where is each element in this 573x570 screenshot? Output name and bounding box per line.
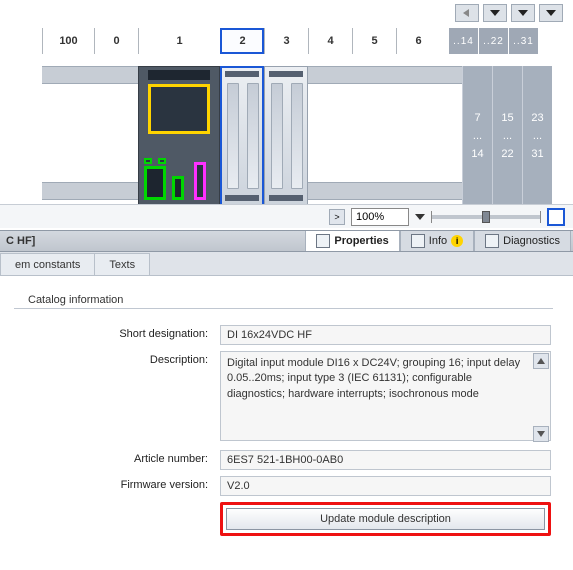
slot-header-3[interactable]: 3 xyxy=(264,28,308,54)
addr-col-2[interactable]: 15...22 xyxy=(492,66,522,206)
slot-header-4[interactable]: 4 xyxy=(308,28,352,54)
label-short-designation: Short designation: xyxy=(20,325,220,345)
inspector-titlebar: C HF] Properties Info i Diagnostics xyxy=(0,230,573,252)
slot-scroll-left[interactable] xyxy=(455,4,479,22)
zoom-toolbar: > xyxy=(0,204,573,228)
inspector-title-suffix: C HF] xyxy=(2,235,35,247)
section-divider xyxy=(14,308,553,309)
textarea-scroll-down[interactable] xyxy=(533,426,549,442)
slot-header-1[interactable]: 1 xyxy=(138,28,220,54)
update-module-description-button[interactable]: Update module description xyxy=(226,508,545,530)
field-firmware-version[interactable] xyxy=(220,476,551,496)
tab-info[interactable]: Info i xyxy=(400,231,474,251)
zoom-fit-button[interactable] xyxy=(547,208,565,226)
field-article-number[interactable] xyxy=(220,450,551,470)
catalog-form: Short designation: Description: Article … xyxy=(20,325,551,536)
slot-header-6[interactable]: 6 xyxy=(396,28,440,54)
diagnostics-icon xyxy=(485,234,499,248)
io-module-slot-3[interactable] xyxy=(264,66,308,206)
addr-col-3[interactable]: 23...31 xyxy=(522,66,552,206)
update-button-highlight: Update module description xyxy=(220,502,551,536)
profinet-port-1 xyxy=(144,166,166,200)
field-description[interactable] xyxy=(220,351,551,441)
slot-scroll-down-1[interactable] xyxy=(483,4,507,22)
port-led-2 xyxy=(158,158,166,164)
slot-scroll-down-3[interactable] xyxy=(539,4,563,22)
rack-area: 7...14 15...22 23...31 xyxy=(42,54,552,204)
addr-header-col-1[interactable]: ..14 xyxy=(448,28,478,54)
subtab-texts[interactable]: Texts xyxy=(94,253,150,275)
section-title-catalog: Catalog information xyxy=(28,294,553,306)
zoom-slider-thumb[interactable] xyxy=(482,211,490,223)
info-badge-icon: i xyxy=(451,235,463,247)
label-description: Description: xyxy=(20,351,220,444)
label-article-number: Article number: xyxy=(20,450,220,470)
slot-header-100[interactable]: 100 xyxy=(42,28,94,54)
slot-header-2[interactable]: 2 xyxy=(220,28,264,54)
cpu-module[interactable] xyxy=(138,66,220,206)
info-icon xyxy=(411,234,425,248)
hardware-config-view: 100 0 1 2 3 4 5 6 ..14 ..22 ..31 xyxy=(0,0,573,230)
zoom-slider[interactable] xyxy=(431,215,541,219)
properties-icon xyxy=(316,234,330,248)
subtab-system-constants[interactable]: em constants xyxy=(0,253,95,275)
addr-header-col-2[interactable]: ..22 xyxy=(478,28,508,54)
textarea-scroll-up[interactable] xyxy=(533,353,549,369)
scroll-right-icon[interactable]: > xyxy=(329,209,345,225)
address-range-block: 7...14 15...22 23...31 xyxy=(462,66,552,206)
zoom-dropdown-icon[interactable] xyxy=(415,212,425,222)
addr-header-col-3[interactable]: ..31 xyxy=(508,28,538,54)
slot-scroll-arrows xyxy=(455,4,563,22)
inspector-subtab-bar: em constants Texts xyxy=(0,252,573,276)
label-firmware-version: Firmware version: xyxy=(20,476,220,496)
profinet-port-2 xyxy=(172,176,184,200)
tab-properties[interactable]: Properties xyxy=(305,231,399,251)
tab-diagnostics[interactable]: Diagnostics xyxy=(474,231,571,251)
slot-scroll-down-2[interactable] xyxy=(511,4,535,22)
slot-header-0[interactable]: 0 xyxy=(94,28,138,54)
field-short-designation[interactable] xyxy=(220,325,551,345)
zoom-percent-input[interactable] xyxy=(351,208,409,226)
addr-col-1[interactable]: 7...14 xyxy=(462,66,492,206)
slot-header-5[interactable]: 5 xyxy=(352,28,396,54)
profibus-port xyxy=(194,162,206,200)
properties-pane: Catalog information Short designation: D… xyxy=(0,276,573,570)
cpu-display xyxy=(148,84,210,134)
slot-header-row: 100 0 1 2 3 4 5 6 ..14 ..22 ..31 xyxy=(42,28,538,54)
io-module-slot-2[interactable] xyxy=(220,66,264,206)
port-led-1 xyxy=(144,158,152,164)
